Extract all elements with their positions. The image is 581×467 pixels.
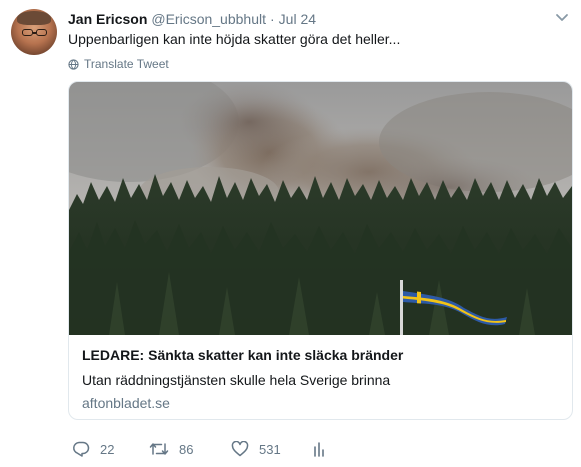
retweet-button[interactable]: 86 — [149, 441, 193, 457]
card-image — [69, 82, 572, 335]
avatar-hair — [17, 11, 51, 25]
header-separator: · — [270, 11, 275, 27]
reply-button[interactable]: 22 — [72, 441, 114, 457]
analytics-icon — [314, 442, 324, 457]
like-count: 531 — [259, 441, 281, 457]
translate-tweet-link[interactable]: Translate Tweet — [68, 57, 169, 71]
card-body: LEDARE: Sänkta skatter kan inte släcka b… — [69, 335, 572, 419]
author-name[interactable]: Jan Ericson — [68, 11, 147, 27]
tweet-date[interactable]: Jul 24 — [279, 11, 316, 27]
analytics-button[interactable] — [312, 441, 326, 457]
globe-icon — [68, 58, 79, 70]
like-button[interactable]: 531 — [231, 441, 281, 457]
translate-label: Translate Tweet — [84, 57, 169, 71]
card-description: Utan räddningstjänsten skulle hela Sveri… — [82, 372, 391, 388]
avatar-glasses-left — [22, 29, 33, 36]
reply-icon — [73, 441, 90, 457]
reply-count: 22 — [100, 441, 115, 457]
card-title[interactable]: LEDARE: Sänkta skatter kan inte släcka b… — [82, 347, 559, 363]
chevron-down-icon[interactable] — [555, 13, 569, 23]
forest-fire-image — [69, 82, 572, 335]
retweet-count: 86 — [179, 441, 194, 457]
card-domain: aftonbladet.se — [82, 395, 170, 411]
tweet-header: Jan Ericson @Ericson_ubbhult · Jul 24 — [68, 11, 316, 27]
flagpole — [400, 280, 403, 335]
avatar-glasses-right — [36, 29, 47, 36]
tweet-text: Uppenbarligen kan inte höjda skatter gör… — [68, 31, 401, 47]
link-card[interactable]: LEDARE: Sänkta skatter kan inte släcka b… — [68, 81, 573, 420]
retweet-icon — [149, 443, 169, 455]
heart-icon — [231, 441, 249, 457]
author-handle[interactable]: @Ericson_ubbhult — [151, 11, 266, 27]
avatar[interactable] — [11, 9, 57, 55]
